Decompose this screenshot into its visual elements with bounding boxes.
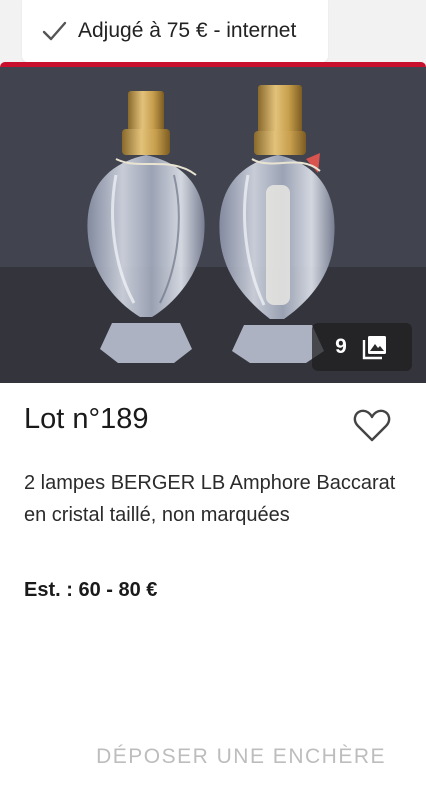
lot-photo[interactable]: 9 [0, 67, 426, 383]
heart-outline-icon[interactable] [352, 407, 392, 443]
sale-status-tab: Adjugé à 75 € - internet [22, 0, 328, 62]
lot-description: 2 lampes BERGER LB Amphore Baccarat en c… [24, 472, 396, 526]
checkmark-icon [42, 21, 67, 41]
lot-card[interactable]: 9 Lot n°189 2 lampes BERGER LB Amphore B… [0, 62, 426, 800]
photo-count: 9 [335, 335, 347, 358]
lot-estimate: Est. : 60 - 80 € [24, 579, 158, 601]
photo-count-badge[interactable]: 9 [312, 323, 412, 371]
lot-title[interactable]: Lot n°189 [24, 403, 148, 436]
place-bid-button[interactable]: DÉPOSER UNE ENCHÈRE [96, 745, 386, 769]
photo-gallery-icon [362, 336, 386, 360]
sale-status-label: Adjugé à 75 € - internet [78, 19, 297, 42]
